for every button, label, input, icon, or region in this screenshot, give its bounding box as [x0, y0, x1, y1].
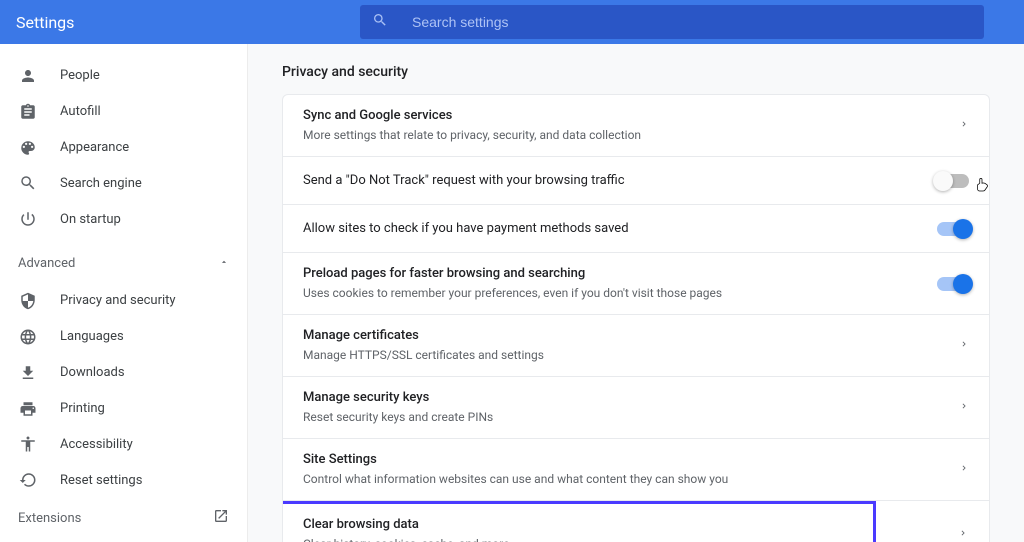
page-title: Settings — [16, 13, 360, 32]
sidebar-item-autofill[interactable]: Autofill — [0, 94, 247, 130]
sidebar-item-printing[interactable]: Printing — [0, 391, 247, 427]
sidebar-item-label: Reset settings — [60, 473, 142, 488]
row-subtitle: Manage HTTPS/SSL certificates and settin… — [303, 347, 959, 364]
row-subtitle: More settings that relate to privacy, se… — [303, 127, 959, 144]
row-title: Allow sites to check if you have payment… — [303, 220, 937, 238]
row-subtitle: Clear history, cookies, cache, and more — [303, 536, 743, 542]
row-manage-certificates[interactable]: Manage certificates Manage HTTPS/SSL cer… — [283, 315, 989, 377]
row-title: Manage security keys — [303, 389, 959, 407]
sidebar-item-label: Privacy and security — [60, 293, 176, 308]
row-title: Clear browsing data — [303, 516, 743, 534]
sidebar-item-downloads[interactable]: Downloads — [0, 355, 247, 391]
row-manage-security-keys[interactable]: Manage security keys Reset security keys… — [283, 377, 989, 439]
autofill-icon — [18, 102, 38, 122]
chevron-right-icon — [959, 400, 969, 415]
row-title: Manage certificates — [303, 327, 959, 345]
chevron-right-icon — [959, 462, 969, 477]
row-preload-pages[interactable]: Preload pages for faster browsing and se… — [283, 253, 989, 315]
row-subtitle: Uses cookies to remember your preference… — [303, 285, 937, 302]
appearance-icon — [18, 138, 38, 158]
row-do-not-track[interactable]: Send a "Do Not Track" request with your … — [283, 157, 989, 205]
row-sync[interactable]: Sync and Google services More settings t… — [283, 95, 989, 157]
toggle-do-not-track[interactable] — [937, 174, 969, 188]
chevron-right-icon — [959, 338, 969, 353]
globe-icon — [18, 327, 38, 347]
chevron-right-icon — [958, 527, 968, 542]
row-site-settings[interactable]: Site Settings Control what information w… — [283, 439, 989, 501]
sidebar-item-label: Languages — [60, 329, 124, 344]
person-icon — [18, 66, 38, 86]
row-title: Site Settings — [303, 451, 959, 469]
cursor-hand-icon — [973, 175, 990, 197]
sidebar-item-extensions[interactable]: Extensions — [0, 498, 247, 538]
row-title: Sync and Google services — [303, 107, 959, 125]
toggle-preload-pages[interactable] — [937, 277, 969, 291]
search-field[interactable] — [360, 5, 984, 39]
sidebar-item-label: Appearance — [60, 140, 129, 155]
sidebar-item-appearance[interactable]: Appearance — [0, 130, 247, 166]
sidebar-item-label: On startup — [60, 212, 121, 227]
power-icon — [18, 209, 38, 229]
sidebar-item-on-startup[interactable]: On startup — [0, 201, 247, 237]
accessibility-icon — [18, 434, 38, 454]
sidebar-advanced-toggle[interactable]: Advanced — [0, 243, 247, 283]
sidebar-item-label: Autofill — [60, 104, 101, 119]
row-subtitle: Reset security keys and create PINs — [303, 409, 959, 426]
top-bar: Settings — [0, 0, 1024, 44]
row-clear-browsing-data[interactable]: Clear browsing data Clear history, cooki… — [282, 501, 876, 542]
search-icon — [372, 12, 388, 32]
advanced-label: Advanced — [18, 256, 75, 271]
sidebar-item-languages[interactable]: Languages — [0, 319, 247, 355]
chevron-up-icon — [219, 256, 229, 271]
reset-icon — [18, 470, 38, 490]
sidebar-item-label: Search engine — [60, 176, 142, 191]
main-content: Privacy and security Sync and Google ser… — [248, 44, 1024, 542]
sidebar: People Autofill Appearance Search engine… — [0, 44, 248, 542]
sidebar-item-privacy[interactable]: Privacy and security — [0, 283, 247, 319]
shield-icon — [18, 291, 38, 311]
chevron-right-icon — [959, 118, 969, 133]
printer-icon — [18, 399, 38, 419]
sidebar-item-label: People — [60, 68, 100, 83]
row-payment-methods[interactable]: Allow sites to check if you have payment… — [283, 205, 989, 253]
sidebar-item-accessibility[interactable]: Accessibility — [0, 426, 247, 462]
sidebar-item-label: Printing — [60, 401, 105, 416]
search-input[interactable] — [412, 14, 972, 30]
section-title: Privacy and security — [282, 64, 990, 80]
toggle-payment-methods[interactable] — [937, 222, 969, 236]
sidebar-item-label: Downloads — [60, 365, 125, 380]
search-icon — [18, 173, 38, 193]
row-title: Preload pages for faster browsing and se… — [303, 265, 937, 283]
open-in-new-icon — [213, 508, 229, 528]
settings-card: Sync and Google services More settings t… — [282, 94, 990, 542]
sidebar-item-reset[interactable]: Reset settings — [0, 462, 247, 498]
sidebar-item-people[interactable]: People — [0, 58, 247, 94]
extensions-label: Extensions — [18, 511, 81, 526]
row-subtitle: Control what information websites can us… — [303, 471, 959, 488]
download-icon — [18, 363, 38, 383]
sidebar-item-label: Accessibility — [60, 437, 133, 452]
sidebar-item-search-engine[interactable]: Search engine — [0, 166, 247, 202]
row-title: Send a "Do Not Track" request with your … — [303, 172, 937, 190]
